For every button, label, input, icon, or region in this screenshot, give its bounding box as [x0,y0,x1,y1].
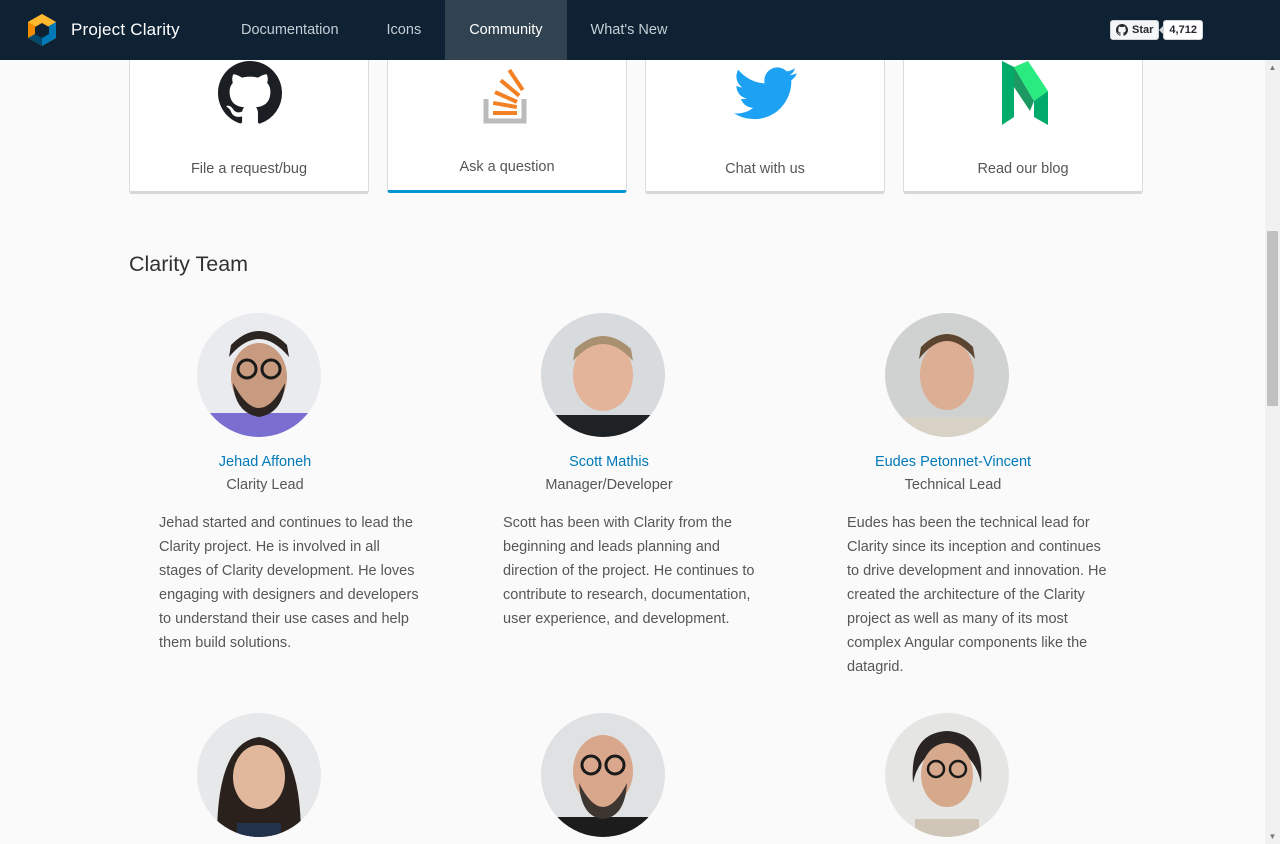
member-bio: Jehad started and continues to lead the … [159,515,419,651]
nav-icons[interactable]: Icons [363,0,446,60]
page-scrollbar[interactable]: ▲ ▼ [1265,60,1280,844]
card-ask-question[interactable]: Ask a question [387,44,627,193]
team-member-card: Scott Mathis Manager/Developer Scott has… [473,313,754,631]
member-role: Clarity Lead [226,477,304,493]
team-section-title: Clarity Team [129,252,249,276]
nav-whats-new[interactable]: What's New [567,0,692,60]
member-name-link[interactable]: Eudes Petonnet-Vincent [817,454,1089,470]
brand-title: Project Clarity [71,20,180,39]
card-file-request[interactable]: File a request/bug [129,44,369,194]
main-nav: Documentation Icons Community What's New [217,0,691,60]
member-photo [197,713,321,837]
top-header: Project Clarity Documentation Icons Comm… [0,0,1280,60]
community-cards: File a request/bug Ask a question Chat w… [129,44,1143,194]
member-role: Manager/Developer [545,477,673,493]
member-name-link[interactable]: Scott Mathis [473,454,745,470]
member-name-link[interactable]: Jehad Affoneh [129,454,401,470]
card-label: Ask a question [459,159,555,175]
card-label: Chat with us [725,161,805,177]
member-photo [541,313,665,437]
member-photo [197,313,321,437]
nav-community[interactable]: Community [445,0,567,60]
clarity-logo-icon [28,14,56,46]
member-bio: Scott has been with Clarity from the beg… [503,515,755,627]
team-member-card [817,713,1089,837]
member-photo [541,713,665,837]
github-small-icon [1116,24,1128,36]
scroll-down-arrow-icon[interactable]: ▼ [1265,829,1280,844]
card-blog[interactable]: Read our blog [903,44,1143,194]
scroll-up-arrow-icon[interactable]: ▲ [1265,60,1280,75]
github-icon [218,61,282,124]
team-member-card [473,713,745,837]
nav-documentation[interactable]: Documentation [217,0,363,60]
team-member-card: Jehad Affoneh Clarity Lead Jehad started… [129,313,419,655]
github-star-button[interactable]: Star [1110,20,1160,40]
card-chat[interactable]: Chat with us [645,44,885,194]
stackoverflow-icon [483,68,527,124]
card-label: Read our blog [977,161,1069,177]
medium-icon [1002,61,1048,125]
twitter-icon [734,67,797,120]
github-star-count[interactable]: 4,712 [1159,20,1203,40]
card-label: File a request/bug [190,161,308,177]
member-photo [885,713,1009,837]
member-bio: Eudes has been the technical lead for Cl… [847,515,1107,675]
github-star-label: Star [1132,24,1154,36]
member-role: Technical Lead [904,477,1002,493]
team-member-card [129,713,401,837]
team-member-card: Eudes Petonnet-Vincent Technical Lead Eu… [817,313,1107,679]
github-star-widget: Star 4,712 [1110,20,1203,40]
brand-link[interactable]: Project Clarity [24,12,205,48]
scrollbar-thumb[interactable] [1267,231,1278,406]
member-photo [885,313,1009,437]
